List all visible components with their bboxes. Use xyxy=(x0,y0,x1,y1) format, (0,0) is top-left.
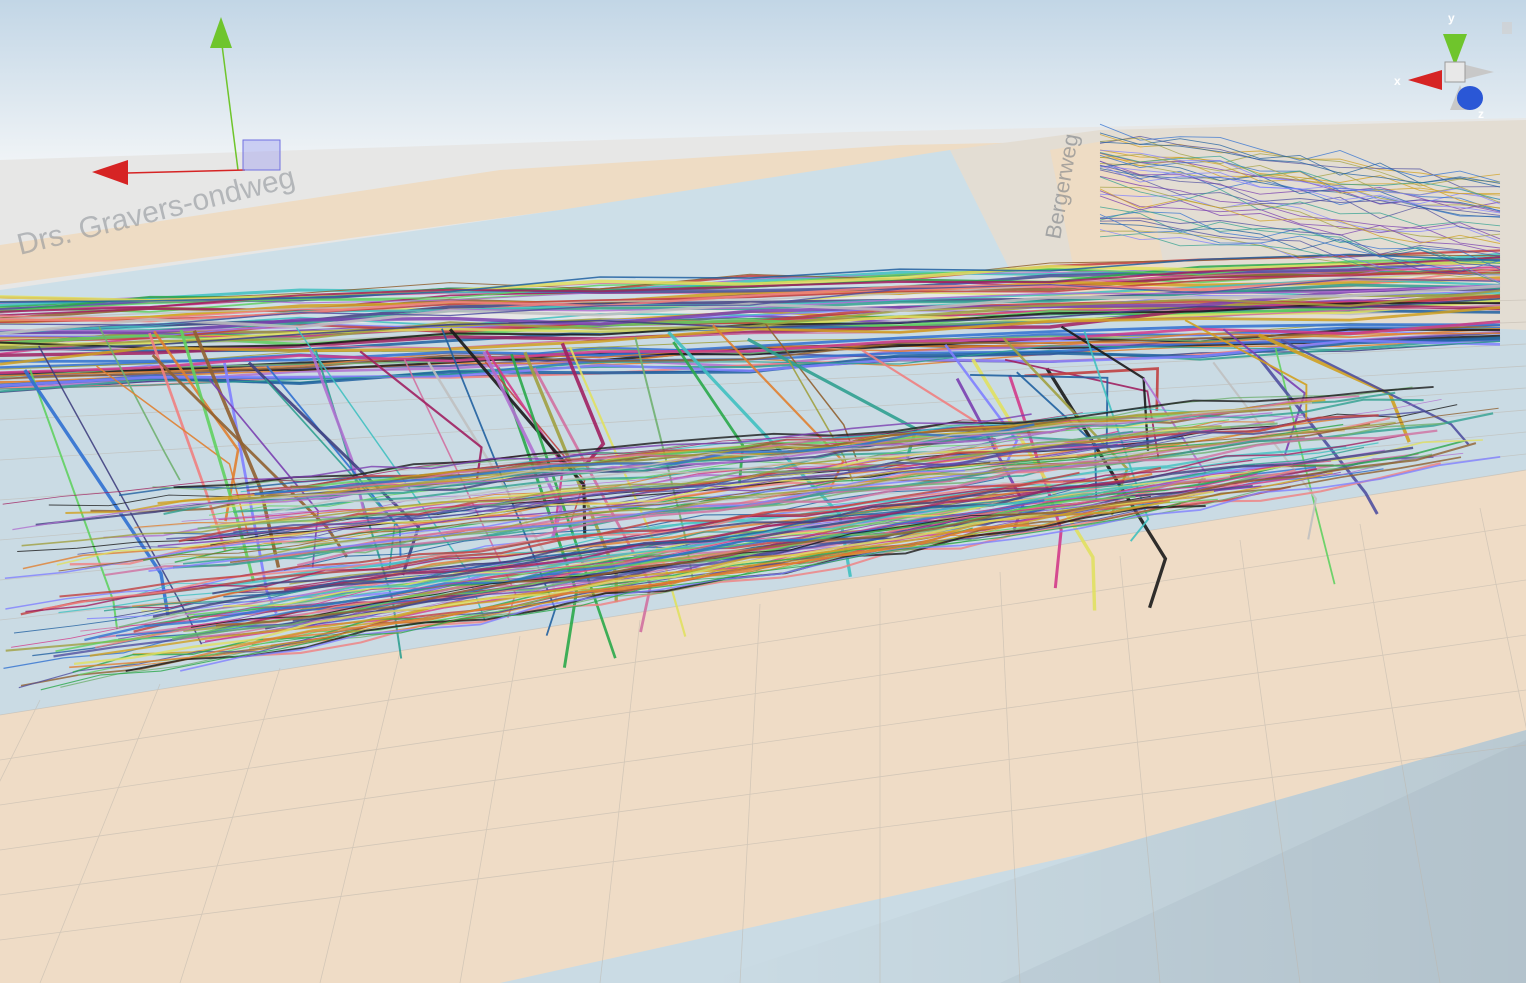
scene-viewport[interactable]: Drs. Gravers-ondweg Bergerweg y x z xyxy=(0,0,1526,983)
gizmo-y-label: y xyxy=(1448,11,1455,25)
gizmo-z-label: z xyxy=(1478,107,1484,121)
gizmo-center-cube[interactable] xyxy=(1444,61,1466,83)
move-handle-plane[interactable] xyxy=(242,139,281,171)
gizmo-x-label: x xyxy=(1394,74,1401,88)
gizmo-lock-icon[interactable] xyxy=(1502,22,1512,34)
scene-canvas[interactable]: Drs. Gravers-ondweg Bergerweg y x z xyxy=(0,0,1526,983)
